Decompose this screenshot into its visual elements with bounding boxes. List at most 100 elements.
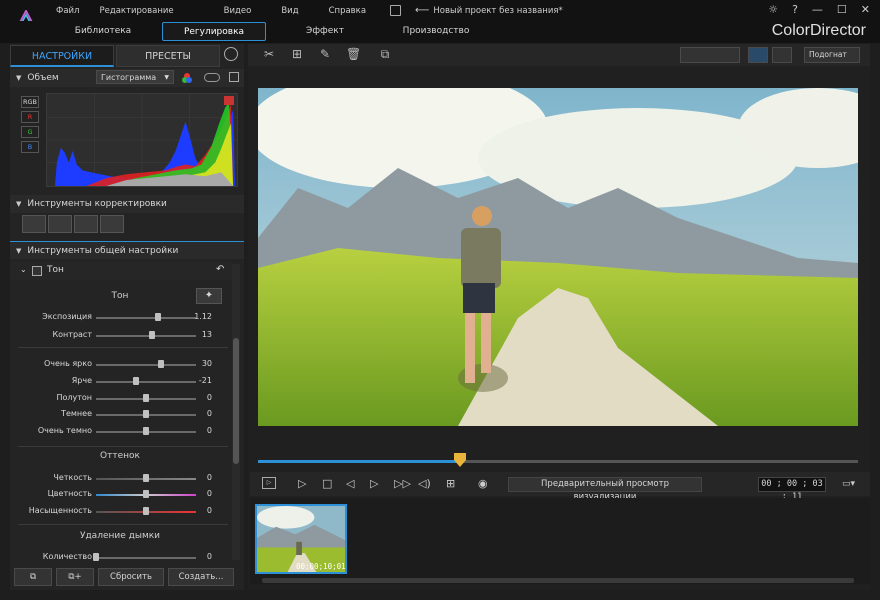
clip-tray-scrollbar[interactable] xyxy=(262,578,854,583)
reset-section-icon[interactable]: ↶ xyxy=(216,264,224,275)
history-icon[interactable] xyxy=(224,47,238,61)
slider-thumb[interactable] xyxy=(143,427,149,435)
menu-file[interactable]: Файл xyxy=(46,6,89,16)
settings-icon[interactable]: ☼ xyxy=(768,3,778,16)
playhead-icon[interactable] xyxy=(454,453,466,467)
undo-icon[interactable]: ⟵ xyxy=(411,5,433,16)
stop-icon[interactable]: □ xyxy=(322,477,332,491)
slider-row: Экспозиция 1.12 xyxy=(10,309,230,325)
play-icon[interactable]: ▷ xyxy=(298,477,306,491)
slider-thumb[interactable] xyxy=(143,507,149,515)
volume-icon[interactable]: ◁) xyxy=(418,477,431,491)
render-icon[interactable]: ◉ xyxy=(478,477,488,491)
slider-row: Очень ярко 30 xyxy=(10,356,230,372)
grid-icon[interactable]: ⊞ xyxy=(446,477,455,491)
slider-thumb[interactable] xyxy=(158,360,164,368)
help-icon[interactable]: ? xyxy=(792,3,798,16)
menu-video[interactable]: Видео xyxy=(214,6,262,16)
tab-adjust[interactable]: Регулировка xyxy=(162,22,266,41)
maximize-button[interactable]: ☐ xyxy=(837,3,847,16)
render-preview-button[interactable]: Предварительный просмотр визуализации xyxy=(508,477,702,502)
toggle-icon[interactable] xyxy=(204,73,220,82)
slider-row: Количество 0 xyxy=(10,549,230,565)
timeline-slider[interactable] xyxy=(258,460,858,463)
collapse-arrow-icon: ▼ xyxy=(16,200,22,208)
volume-label: Объем xyxy=(27,73,59,83)
tab-produce[interactable]: Производство xyxy=(384,22,488,41)
slider-thumb[interactable] xyxy=(93,553,99,561)
slider-track[interactable] xyxy=(96,364,196,366)
video-preview[interactable] xyxy=(258,88,858,426)
delete-icon[interactable]: 🗑 xyxy=(346,47,361,61)
slider-track[interactable] xyxy=(96,335,196,337)
channel-g[interactable]: G xyxy=(21,126,39,138)
tab-presets[interactable]: ПРЕСЕТЫ xyxy=(116,45,220,67)
channel-b[interactable]: B xyxy=(21,141,39,153)
square-mask-icon[interactable] xyxy=(74,215,98,233)
slider-thumb[interactable] xyxy=(149,331,155,339)
slider-label: Контраст xyxy=(52,330,92,339)
slider-thumb[interactable] xyxy=(133,377,139,385)
display-options-icon[interactable]: ▭▾ xyxy=(842,477,855,491)
reset-button[interactable]: Сбросить xyxy=(98,568,164,586)
fast-forward-icon[interactable]: ▷▷ xyxy=(394,477,411,491)
clipping-warning-icon xyxy=(224,96,234,105)
channel-rgb[interactable]: RGB xyxy=(21,96,39,108)
full-view-button[interactable] xyxy=(772,47,792,63)
correction-tools-header[interactable]: ▼ Инструменты корректировки xyxy=(10,195,244,213)
general-tools-header[interactable]: ▼ Инструменты общей настройки xyxy=(10,241,244,259)
slider-row: Ярче -21 xyxy=(10,373,230,389)
menu-edit[interactable]: Редактирование xyxy=(89,6,183,16)
menu-view[interactable]: Вид xyxy=(271,6,308,16)
slider-value: 0 xyxy=(206,552,212,561)
radial-mask-icon[interactable] xyxy=(100,215,124,233)
scrollbar-thumb[interactable] xyxy=(233,338,239,464)
tab-effect[interactable]: Эффект xyxy=(282,22,368,41)
copy-settings-button[interactable]: ⧉ xyxy=(14,568,52,586)
slider-track[interactable] xyxy=(96,557,196,559)
pen-icon[interactable]: ✎ xyxy=(318,47,332,61)
tab-library[interactable]: Библиотека xyxy=(60,22,146,41)
menu-help[interactable]: Справка xyxy=(319,6,376,16)
cut-icon[interactable]: ✂ xyxy=(262,47,276,61)
collapse-arrow-icon[interactable]: ⌄ xyxy=(20,265,27,274)
window-title: Новый проект без названия* xyxy=(433,5,563,16)
slider-thumb[interactable] xyxy=(143,394,149,402)
tab-settings[interactable]: НАСТРОЙКИ xyxy=(10,45,114,67)
slider-thumb[interactable] xyxy=(143,490,149,498)
slider-label: Цветность xyxy=(47,489,92,498)
create-preset-button[interactable]: Создать... xyxy=(168,568,234,586)
popout-icon[interactable] xyxy=(229,72,239,82)
slider-track[interactable] xyxy=(96,381,196,383)
tone-checkbox[interactable] xyxy=(32,266,42,276)
compare-view-button[interactable] xyxy=(748,47,768,63)
histogram-mode-select[interactable]: Гистограмма xyxy=(96,70,174,84)
menu-bar: Файл Редактирование Видео Вид Справка ⟵ … xyxy=(46,0,563,21)
snapshot-icon[interactable]: ⧉ xyxy=(378,47,392,61)
target-tool-icon[interactable] xyxy=(48,215,72,233)
slider-thumb[interactable] xyxy=(143,474,149,482)
fit-dropdown[interactable]: Подогнат xyxy=(804,47,860,63)
view-mode-toggle[interactable] xyxy=(680,47,740,63)
slider-thumb[interactable] xyxy=(155,313,161,321)
preview-mode-icon[interactable]: ▷ xyxy=(262,477,276,489)
trim-icon[interactable]: ⊞ xyxy=(290,47,304,61)
window-controls: ☼ ? — ☐ ✕ xyxy=(768,3,870,16)
auto-tone-button[interactable]: ✦ xyxy=(196,288,222,304)
paste-settings-button[interactable]: ⧉+ xyxy=(56,568,94,586)
close-button[interactable]: ✕ xyxy=(861,3,870,16)
slider-label: Насыщенность xyxy=(28,506,92,515)
minimize-button[interactable]: — xyxy=(812,3,823,16)
color-wheel-icon[interactable] xyxy=(181,72,193,84)
slider-track[interactable] xyxy=(96,317,196,319)
channel-r[interactable]: R xyxy=(21,111,39,123)
app-window: Файл Редактирование Видео Вид Справка ⟵ … xyxy=(0,0,880,600)
curve-tool-icon[interactable] xyxy=(22,215,46,233)
next-frame-icon[interactable]: ▷ xyxy=(370,477,378,491)
save-icon[interactable] xyxy=(390,5,402,16)
timecode-display[interactable]: 00 ; 00 ; 03 ; 11 xyxy=(758,477,826,502)
slider-thumb[interactable] xyxy=(143,410,149,418)
prev-frame-icon[interactable]: ◁ xyxy=(346,477,354,491)
panel-scrollbar[interactable] xyxy=(232,264,240,560)
slider-row: Насыщенность 0 xyxy=(10,503,230,519)
